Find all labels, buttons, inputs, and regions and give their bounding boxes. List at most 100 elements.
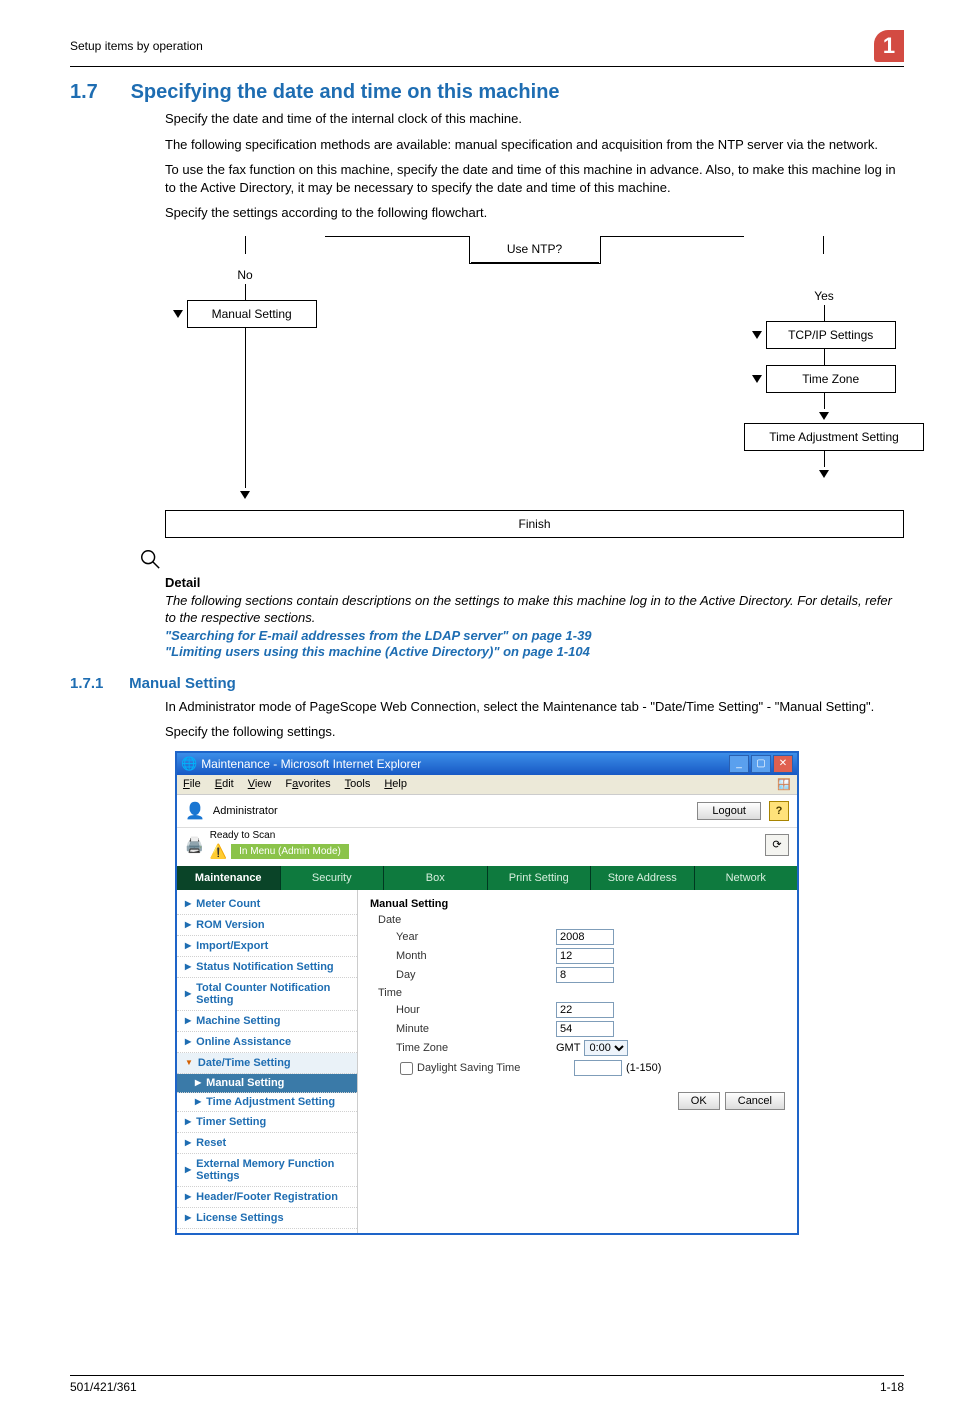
- nav-external-memory[interactable]: ▶External Memory Function Settings: [177, 1154, 357, 1187]
- day-label: Day: [396, 969, 556, 981]
- tab-bar: Maintenance Security Box Print Setting S…: [177, 866, 797, 890]
- triangle-right-icon: ▶: [185, 1192, 191, 1201]
- nav-license-settings[interactable]: ▶License Settings: [177, 1208, 357, 1229]
- help-button[interactable]: ?: [769, 801, 789, 821]
- triangle-right-icon: ▶: [185, 920, 191, 929]
- triangle-right-icon: ▶: [185, 941, 191, 950]
- flowchart-decision: Use NTP?: [471, 236, 599, 263]
- flowchart-yes-label: Yes: [744, 289, 904, 303]
- flowchart: Use NTP? No Manual Setting Yes: [165, 236, 904, 538]
- nav-meter-count[interactable]: ▶Meter Count: [177, 894, 357, 915]
- tab-print-setting[interactable]: Print Setting: [488, 866, 592, 890]
- mode-strip: In Menu (Admin Mode): [231, 844, 349, 859]
- month-label: Month: [396, 950, 556, 962]
- detail-label: Detail: [165, 575, 904, 590]
- triangle-right-icon: ▶: [185, 1165, 191, 1174]
- refresh-icon: ⟳: [772, 838, 781, 851]
- nav-date-time-setting[interactable]: ▼Date/Time Setting: [177, 1053, 357, 1074]
- printer-status-icon: 🖨️: [185, 836, 204, 854]
- menu-file[interactable]: File: [183, 778, 201, 791]
- detail-note: Detail The following sections contain de…: [165, 548, 904, 659]
- tab-store-address[interactable]: Store Address: [591, 866, 695, 890]
- nav-machine-setting[interactable]: ▶Machine Setting: [177, 1011, 357, 1032]
- triangle-right-icon: ▶: [185, 962, 191, 971]
- cancel-button[interactable]: Cancel: [725, 1092, 785, 1110]
- tab-maintenance[interactable]: Maintenance: [177, 866, 281, 890]
- detail-link-active-directory[interactable]: "Limiting users using this machine (Acti…: [165, 644, 904, 659]
- footer-page-number: 1-18: [880, 1380, 904, 1394]
- hour-input[interactable]: [556, 1002, 614, 1018]
- left-nav: ▶Meter Count ▶ROM Version ▶Import/Export…: [177, 890, 358, 1233]
- dst-checkbox[interactable]: [400, 1062, 413, 1075]
- menu-view[interactable]: View: [248, 778, 272, 791]
- year-input[interactable]: [556, 929, 614, 945]
- logout-button[interactable]: Logout: [697, 802, 761, 820]
- day-input[interactable]: [556, 967, 614, 983]
- admin-mode-label: Administrator: [213, 805, 278, 817]
- status-text: Ready to Scan: [210, 830, 349, 841]
- admin-icon: 👤: [185, 801, 205, 821]
- flowchart-time-adj-box: Time Adjustment Setting: [744, 423, 924, 451]
- flowchart-finish-box: Finish: [165, 510, 904, 538]
- triangle-down-icon: ▼: [185, 1058, 193, 1067]
- minute-input[interactable]: [556, 1021, 614, 1037]
- nav-timer-setting[interactable]: ▶Timer Setting: [177, 1112, 357, 1133]
- window-titlebar: 🌐 Maintenance - Microsoft Internet Explo…: [177, 753, 797, 775]
- content-pane: Manual Setting Date Year Month Da: [358, 890, 797, 1233]
- subsection-title-text: Manual Setting: [129, 675, 236, 692]
- tab-security[interactable]: Security: [281, 866, 385, 890]
- ie-window: 🌐 Maintenance - Microsoft Internet Explo…: [175, 751, 799, 1235]
- triangle-right-icon: ▶: [185, 989, 191, 998]
- nav-import-export[interactable]: ▶Import/Export: [177, 936, 357, 957]
- refresh-button[interactable]: ⟳: [765, 834, 789, 856]
- triangle-right-icon: ▶: [185, 1138, 191, 1147]
- ie-flag-icon: 🪟: [777, 778, 791, 791]
- month-input[interactable]: [556, 948, 614, 964]
- nav-status-notification[interactable]: ▶Status Notification Setting: [177, 957, 357, 978]
- section-paragraph: The following specification methods are …: [165, 136, 904, 154]
- year-label: Year: [396, 931, 556, 943]
- nav-rom-version[interactable]: ▶ROM Version: [177, 915, 357, 936]
- nav-sub-manual-setting[interactable]: ▶Manual Setting: [177, 1074, 357, 1093]
- triangle-right-icon: ▶: [195, 1097, 201, 1106]
- triangle-right-icon: ▶: [185, 899, 191, 908]
- time-section-label: Time: [378, 987, 785, 999]
- flowchart-tcpip-box: TCP/IP Settings: [766, 321, 896, 349]
- menu-favorites[interactable]: Favorites: [285, 778, 330, 791]
- hour-label: Hour: [396, 1004, 556, 1016]
- section-paragraph: Specify the settings according to the fo…: [165, 204, 904, 222]
- nav-total-counter-notification[interactable]: ▶Total Counter Notification Setting: [177, 978, 357, 1011]
- page-footer: 501/421/361 1-18: [70, 1375, 904, 1394]
- nav-sub-time-adjustment[interactable]: ▶Time Adjustment Setting: [177, 1093, 357, 1112]
- dst-label: Daylight Saving Time: [417, 1062, 520, 1074]
- magnifier-icon: [139, 548, 904, 577]
- tab-box[interactable]: Box: [384, 866, 488, 890]
- detail-link-ldap[interactable]: "Searching for E-mail addresses from the…: [165, 628, 904, 643]
- menu-bar: File Edit View Favorites Tools Help 🪟: [177, 775, 797, 795]
- tab-network[interactable]: Network: [695, 866, 798, 890]
- menu-tools[interactable]: Tools: [345, 778, 371, 791]
- flowchart-no-label: No: [165, 268, 325, 282]
- chapter-badge: 1: [874, 30, 904, 62]
- subsection-number: 1.7.1: [70, 675, 125, 692]
- minimize-button[interactable]: _: [729, 755, 749, 773]
- nav-reset[interactable]: ▶Reset: [177, 1133, 357, 1154]
- mode-indicator-icon: ⚠️: [210, 843, 227, 860]
- section-paragraph: Specify the date and time of the interna…: [165, 110, 904, 128]
- menu-help[interactable]: Help: [384, 778, 407, 791]
- timezone-select[interactable]: 0:00: [584, 1040, 628, 1056]
- triangle-right-icon: ▶: [185, 1117, 191, 1126]
- ok-button[interactable]: OK: [678, 1092, 720, 1110]
- maximize-button[interactable]: ▢: [751, 755, 771, 773]
- triangle-right-icon: ▶: [185, 1037, 191, 1046]
- subsection-paragraph: In Administrator mode of PageScope Web C…: [165, 698, 904, 716]
- triangle-right-icon: ▶: [195, 1078, 201, 1087]
- breadcrumb: Setup items by operation: [70, 39, 203, 53]
- section-paragraph: To use the fax function on this machine,…: [165, 161, 904, 196]
- triangle-right-icon: ▶: [185, 1213, 191, 1222]
- dst-input[interactable]: [574, 1060, 622, 1076]
- menu-edit[interactable]: Edit: [215, 778, 234, 791]
- close-button[interactable]: ✕: [773, 755, 793, 773]
- nav-online-assistance[interactable]: ▶Online Assistance: [177, 1032, 357, 1053]
- nav-header-footer[interactable]: ▶Header/Footer Registration: [177, 1187, 357, 1208]
